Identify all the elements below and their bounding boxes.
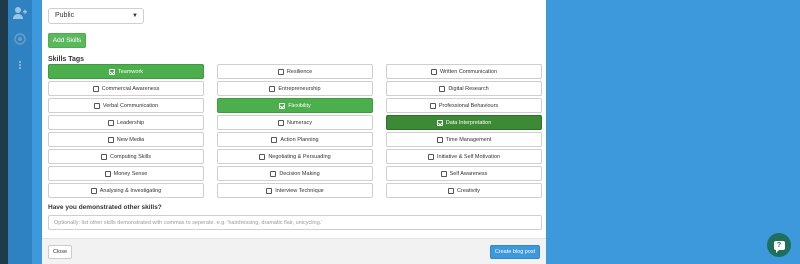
skill-tag-label: Data Interpretation <box>445 119 492 126</box>
skill-tag[interactable]: Negotiating & Persuading <box>217 149 373 164</box>
skill-tag[interactable]: Digital Research <box>386 81 542 96</box>
checkbox-icon <box>429 102 436 109</box>
skill-tag[interactable]: Written Communication <box>386 64 542 79</box>
skill-tag[interactable]: Computing Skills <box>48 149 204 164</box>
checkbox-checked-icon <box>108 68 115 75</box>
checkbox-icon <box>277 68 284 75</box>
skill-tag[interactable]: Time Management <box>386 132 542 147</box>
skill-tag[interactable]: Verbal Communication <box>48 98 204 113</box>
close-button[interactable]: Close <box>48 245 72 259</box>
checkbox-icon <box>439 85 446 92</box>
skill-tag-label: Teamwork <box>117 68 144 75</box>
chat-widget-button[interactable]: ? <box>767 233 791 257</box>
skill-tag-label: Computing Skills <box>110 153 151 160</box>
checkbox-icon <box>440 170 447 177</box>
skill-tag-label: Verbal Communication <box>102 102 159 109</box>
skill-tag-label: Initiative & Self Motivation <box>437 153 500 160</box>
checkbox-icon <box>107 136 114 143</box>
add-skills-button[interactable]: Add Skills <box>48 33 86 48</box>
checkbox-icon <box>259 153 266 160</box>
skill-tag[interactable]: Self Awareness <box>386 166 542 181</box>
skills-tags-grid: Teamwork Resilience Written Communication C… <box>48 64 542 198</box>
checkbox-checked-icon <box>436 119 443 126</box>
skill-tag-label: Self Awareness <box>449 170 488 177</box>
checkbox-icon <box>93 102 100 109</box>
skill-tag[interactable]: Commercial Awareness <box>48 81 204 96</box>
create-blog-post-modal: Public ▼ Add Skills Skills Tags Teamwork… <box>42 0 546 264</box>
side-rail <box>8 0 32 264</box>
skill-tag[interactable]: Interview Technique <box>217 183 373 198</box>
skill-tag[interactable]: Professional Behaviours <box>386 98 542 113</box>
skill-tag-label: Action Planning <box>280 136 319 143</box>
skill-tag-label: Creativity <box>457 187 480 194</box>
skill-tag[interactable]: New Media <box>48 132 204 147</box>
skill-tag[interactable]: Numeracy <box>217 115 373 130</box>
user-add-icon[interactable] <box>12 6 28 22</box>
chat-icon: ? <box>773 240 785 253</box>
more-icon[interactable] <box>12 58 28 74</box>
skill-tag[interactable]: Decision Making <box>217 166 373 181</box>
skill-tag-label: New Media <box>116 136 145 143</box>
skill-tag-label: Numeracy <box>286 119 313 126</box>
checkbox-icon <box>430 68 437 75</box>
checkbox-icon <box>270 170 277 177</box>
skill-tag-label: Time Management <box>445 136 492 143</box>
checkbox-icon <box>448 187 455 194</box>
checkbox-icon <box>271 136 278 143</box>
skill-tag-label: Flexibility <box>288 102 311 109</box>
modal-footer: Close Create blog post <box>42 238 546 264</box>
skill-tag[interactable]: Teamwork <box>48 64 204 79</box>
skill-tag[interactable]: Resilience <box>217 64 373 79</box>
skills-tags-heading: Skills Tags <box>48 56 85 63</box>
skill-tag[interactable]: Action Planning <box>217 132 373 147</box>
checkbox-icon <box>104 170 111 177</box>
checkbox-icon <box>428 153 434 160</box>
checkbox-icon <box>266 187 273 194</box>
skill-tag-label: Written Communication <box>439 68 498 75</box>
skill-tag-label: Digital Research <box>448 85 489 92</box>
skill-tag-label: Resilience <box>286 68 313 75</box>
other-skills-question: Have you demonstrated other skills? <box>48 204 162 211</box>
skill-tag[interactable]: Entrepreneurship <box>217 81 373 96</box>
checkbox-icon <box>92 85 99 92</box>
skill-tag[interactable]: Money Sense <box>48 166 204 181</box>
checkbox-icon <box>436 136 443 143</box>
settings-icon[interactable] <box>12 32 28 48</box>
skill-tag-label: Commercial Awareness <box>101 85 160 92</box>
skill-tag-label: Analysing & Investigating <box>99 187 162 194</box>
create-blog-post-button[interactable]: Create blog post <box>490 245 540 259</box>
skill-tag-label: Money Sense <box>113 170 148 177</box>
skill-tag[interactable]: Initiative & Self Motivation <box>386 149 542 164</box>
skill-tag[interactable]: Analysing & Investigating <box>48 183 204 198</box>
left-dark-strip <box>0 0 8 264</box>
skill-tag-label: Professional Behaviours <box>438 102 499 109</box>
skill-tag[interactable]: Creativity <box>386 183 542 198</box>
skill-tag-label: Negotiating & Persuading <box>268 153 331 160</box>
checkbox-icon <box>269 85 276 92</box>
skill-tag[interactable]: Flexibility <box>217 98 373 113</box>
chevron-down-icon: ▼ <box>132 13 138 19</box>
background-overlay <box>546 0 800 264</box>
checkbox-checked-icon <box>279 102 286 109</box>
visibility-select-value: Public <box>55 12 75 19</box>
skill-tag[interactable]: Leadership <box>48 115 204 130</box>
checkbox-icon <box>277 119 284 126</box>
checkbox-icon <box>107 119 114 126</box>
checkbox-icon <box>90 187 97 194</box>
visibility-select[interactable]: Public ▼ <box>48 8 144 24</box>
skill-tag-label: Entrepreneurship <box>278 85 321 92</box>
checkbox-icon <box>101 153 108 160</box>
skill-tag-label: Decision Making <box>279 170 320 177</box>
skill-tag-label: Interview Technique <box>275 187 324 194</box>
other-skills-input[interactable] <box>48 215 542 230</box>
skill-tag[interactable]: Data Interpretation <box>386 115 542 130</box>
skill-tag-label: Leadership <box>116 119 145 126</box>
